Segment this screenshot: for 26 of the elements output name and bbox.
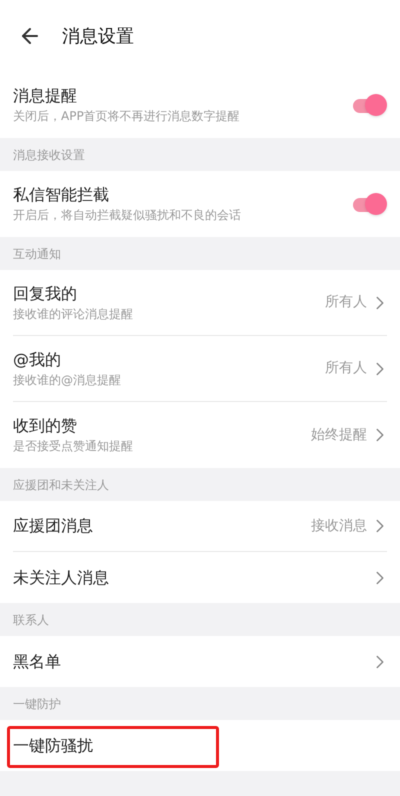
row-title: 应援团消息: [13, 515, 94, 537]
row-title: 私信智能拦截: [13, 184, 110, 206]
row-subtitle: 是否接受点赞通知提醒: [13, 438, 134, 455]
row-title: 回复我的: [13, 282, 78, 304]
page-title: 消息设置: [62, 24, 134, 48]
row-value: 始终提醒: [311, 426, 367, 444]
section-heading: 消息接收设置: [13, 146, 85, 164]
toggle-switch[interactable]: [351, 93, 387, 117]
section-heading: 一键防护: [13, 696, 61, 712]
toggle-switch[interactable]: [351, 192, 387, 216]
row-subtitle: 开启后，将自动拦截疑似骚扰和不良的会话: [13, 207, 242, 224]
row-subtitle: 接收谁的@消息提醒: [13, 372, 122, 388]
row-title: 一键防骚扰: [13, 734, 94, 756]
row-title: 消息提醒: [13, 85, 78, 107]
row-title: 黑名单: [13, 650, 62, 672]
row-subtitle: 关闭后，APP首页将不再进行消息数字提醒: [13, 108, 241, 125]
row-title: 未关注人消息: [13, 566, 110, 588]
row-value: 所有人: [325, 293, 367, 312]
row-title: @我的: [13, 348, 62, 370]
section-heading: 应援团和未关注人: [13, 476, 109, 494]
row-value: 接收消息: [311, 516, 367, 536]
section-heading: 联系人: [13, 612, 49, 628]
row-subtitle: 接收谁的评论消息提醒: [13, 306, 134, 322]
row-title: 收到的赞: [13, 415, 78, 437]
section-heading: 互动通知: [13, 246, 61, 262]
row-value: 所有人: [325, 359, 367, 378]
